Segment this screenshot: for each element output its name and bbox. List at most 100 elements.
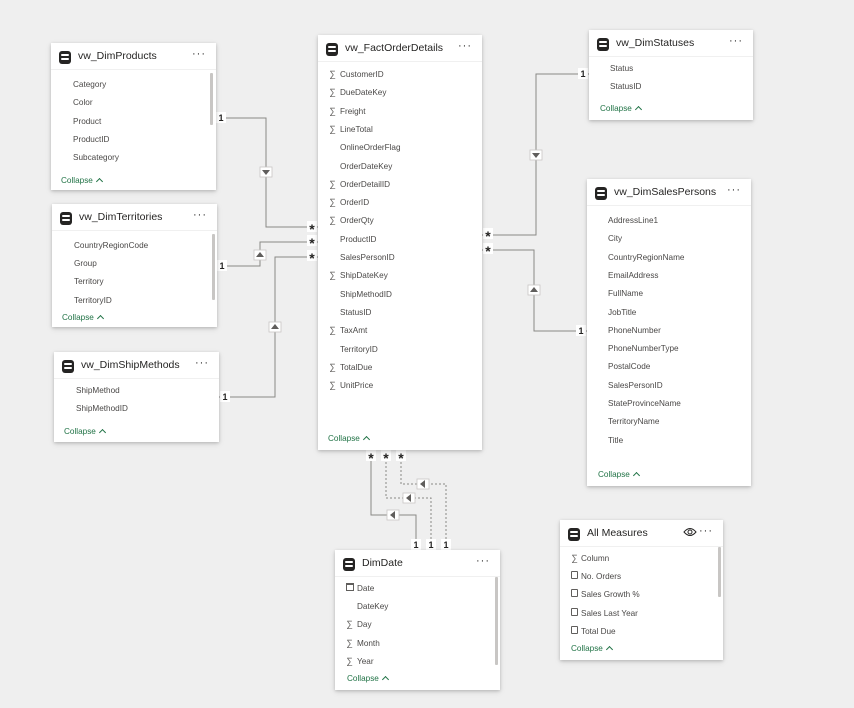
field-row[interactable]: ∑ Freight	[318, 102, 482, 120]
field-row[interactable]: ∑ Year	[335, 652, 500, 670]
table-card-all-measures[interactable]: All Measures ··· ∑ Column No. Orders Sales …	[560, 520, 723, 660]
more-options-icon[interactable]: ···	[192, 48, 206, 60]
more-options-icon[interactable]: ···	[729, 35, 743, 47]
field-row[interactable]: ∑ TotalDue	[318, 358, 482, 376]
field-row[interactable]: ∑ LineTotal	[318, 120, 482, 138]
field-row[interactable]: ∑ Month	[335, 634, 500, 652]
field-row[interactable]: ∑ TaxAmt	[318, 321, 482, 339]
field-row[interactable]: ProductID	[318, 230, 482, 248]
field-row[interactable]: No. Orders	[560, 567, 723, 585]
field-row[interactable]: PostalCode	[587, 357, 751, 375]
field-row[interactable]: Category	[51, 75, 216, 93]
field-row[interactable]: OrderDateKey	[318, 157, 482, 175]
table-card-header[interactable]: vw_DimTerritories ···	[52, 204, 217, 230]
more-options-icon[interactable]: ···	[458, 40, 472, 52]
table-card-header[interactable]: All Measures ···	[560, 520, 723, 546]
relationship-shipmethods-fact[interactable]	[219, 256, 318, 398]
relationship-territories-fact[interactable]	[217, 241, 318, 267]
field-row[interactable]: ∑ OrderDetailID	[318, 175, 482, 193]
field-row[interactable]: StatusID	[589, 77, 753, 95]
table-card-vw-dimterritories[interactable]: vw_DimTerritories ··· CountryRegionCode G…	[52, 204, 217, 327]
field-row[interactable]: City	[587, 229, 751, 247]
field-row[interactable]: SalesPersonID	[318, 248, 482, 266]
field-row[interactable]: Group	[52, 254, 217, 272]
field-row[interactable]: Sales Last Year	[560, 604, 723, 622]
field-row[interactable]: CountryRegionCode	[52, 236, 217, 254]
field-row[interactable]: Color	[51, 93, 216, 111]
collapse-link[interactable]: Collapse	[598, 470, 640, 480]
field-row[interactable]: ShipMethodID	[318, 285, 482, 303]
field-row[interactable]: Date	[335, 579, 500, 597]
scrollbar[interactable]	[210, 73, 213, 125]
field-row[interactable]: AddressLine1	[587, 211, 751, 229]
field-row[interactable]: EmailAddress	[587, 266, 751, 284]
field-row[interactable]: ShipMethod	[54, 381, 219, 399]
collapse-link[interactable]: Collapse	[600, 104, 642, 114]
field-row[interactable]: PhoneNumber	[587, 321, 751, 339]
scrollbar[interactable]	[495, 577, 498, 665]
collapse-link[interactable]: Collapse	[347, 674, 389, 684]
table-card-header[interactable]: DimDate ···	[335, 550, 500, 576]
table-card-vw-factorderdetails[interactable]: vw_FactOrderDetails ··· ∑ CustomerID ∑ DueD…	[318, 35, 482, 450]
table-card-header[interactable]: vw_DimProducts ···	[51, 43, 216, 69]
field-row[interactable]: TerritoryName	[587, 412, 751, 430]
field-row[interactable]: TerritoryID	[318, 340, 482, 358]
field-row[interactable]: OnlineOrderFlag	[318, 138, 482, 156]
field-row[interactable]: ∑ OrderID	[318, 193, 482, 211]
chevron-up-icon	[632, 471, 640, 480]
scrollbar[interactable]	[718, 547, 721, 597]
field-row[interactable]: ∑ Day	[335, 615, 500, 633]
field-row[interactable]: ShipMethodID	[54, 399, 219, 417]
filter-direction-arrow-icon	[386, 509, 400, 521]
table-card-vw-dimstatuses[interactable]: vw_DimStatuses ··· Status StatusID Collap…	[589, 30, 753, 120]
field-row[interactable]: ∑ DueDateKey	[318, 83, 482, 101]
field-row[interactable]: ∑ OrderQty	[318, 211, 482, 229]
field-row[interactable]: Sales Growth %	[560, 585, 723, 603]
table-card-dimdate[interactable]: DimDate ··· Date DateKey ∑ Day ∑ Month ∑ Year C…	[335, 550, 500, 690]
sigma-icon: ∑	[329, 380, 336, 391]
more-options-icon[interactable]: ···	[195, 357, 209, 369]
field-row[interactable]: JobTitle	[587, 303, 751, 321]
field-row[interactable]: ∑ ShipDateKey	[318, 266, 482, 284]
more-options-icon[interactable]: ···	[699, 525, 713, 537]
eye-icon[interactable]	[683, 526, 697, 538]
field-row[interactable]: ∑ CustomerID	[318, 65, 482, 83]
field-row[interactable]: DateKey	[335, 597, 500, 615]
table-card-header[interactable]: vw_FactOrderDetails ···	[318, 35, 482, 61]
collapse-link[interactable]: Collapse	[328, 434, 370, 444]
field-row[interactable]: PhoneNumberType	[587, 339, 751, 357]
table-card-header[interactable]: vw_DimStatuses ···	[589, 30, 753, 56]
collapse-link[interactable]: Collapse	[64, 427, 106, 437]
field-row[interactable]: ProductID	[51, 130, 216, 148]
field-row[interactable]: Title	[587, 431, 751, 449]
collapse-link[interactable]: Collapse	[61, 176, 103, 186]
field-label: OrderDetailID	[340, 179, 391, 189]
field-row[interactable]: Total Due	[560, 622, 723, 640]
table-card-vw-dimproducts[interactable]: vw_DimProducts ··· Category Color Product P…	[51, 43, 216, 190]
table-card-vw-dimsalespersons[interactable]: vw_DimSalesPersons ··· AddressLine1 City C…	[587, 179, 751, 486]
field-row[interactable]: Subcategory	[51, 148, 216, 166]
field-label: Category	[73, 80, 107, 89]
field-label: TerritoryID	[340, 344, 378, 354]
collapse-link[interactable]: Collapse	[62, 313, 104, 323]
table-card-header[interactable]: vw_DimSalesPersons ···	[587, 179, 751, 205]
more-options-icon[interactable]: ···	[727, 184, 741, 196]
field-row[interactable]: CountryRegionName	[587, 248, 751, 266]
scrollbar[interactable]	[212, 234, 215, 300]
field-row[interactable]: SalesPersonID	[587, 376, 751, 394]
more-options-icon[interactable]: ···	[476, 555, 490, 567]
field-row[interactable]: TerritoryID	[52, 291, 217, 309]
field-row[interactable]: FullName	[587, 284, 751, 302]
field-row[interactable]: StateProvinceName	[587, 394, 751, 412]
field-row[interactable]: Territory	[52, 272, 217, 290]
field-row[interactable]: Product	[51, 112, 216, 130]
more-options-icon[interactable]: ···	[193, 209, 207, 221]
table-card-vw-dimshipmethods[interactable]: vw_DimShipMethods ··· ShipMethod ShipMeth…	[54, 352, 219, 442]
field-row[interactable]: Status	[589, 59, 753, 77]
table-card-header[interactable]: vw_DimShipMethods ···	[54, 352, 219, 378]
field-row[interactable]: ∑ UnitPrice	[318, 376, 482, 394]
field-row[interactable]: ∑ Column	[560, 549, 723, 567]
collapse-link[interactable]: Collapse	[571, 644, 613, 654]
field-row[interactable]: StatusID	[318, 303, 482, 321]
field-label: CustomerID	[340, 70, 384, 79]
